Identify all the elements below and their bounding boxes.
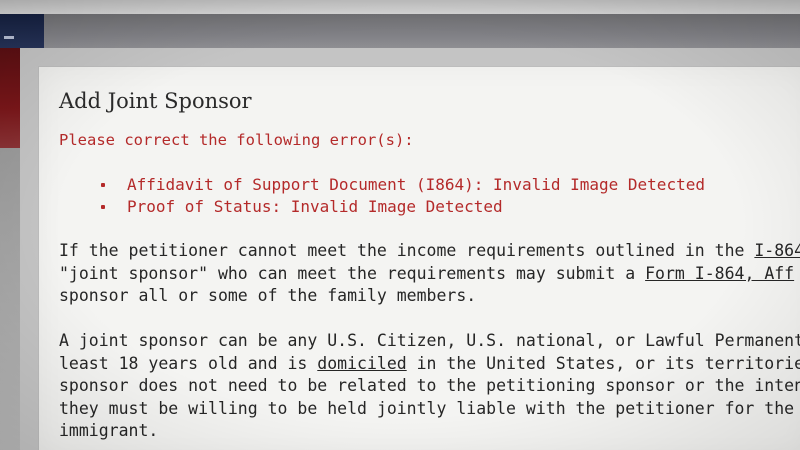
paragraph-text: "joint sponsor" who can meet the require… xyxy=(59,263,646,283)
screen: Add Joint Sponsor Please correct the fol… xyxy=(0,0,800,450)
left-gray-bar xyxy=(0,148,20,450)
site-header-band xyxy=(0,14,800,48)
error-text: Proof of Status: Invalid Image Detected xyxy=(127,197,503,216)
error-list: Affidavit of Support Document (I864): In… xyxy=(101,174,705,218)
domiciled-link[interactable]: domiciled xyxy=(317,354,406,373)
paragraph-line: immigrant. xyxy=(59,421,159,440)
add-joint-sponsor-panel: Add Joint Sponsor Please correct the fol… xyxy=(38,66,800,450)
error-item: Proof of Status: Invalid Image Detected xyxy=(101,196,705,218)
error-text: Affidavit of Support Document (I864): In… xyxy=(127,175,705,194)
joint-sponsor-eligibility-paragraph: A joint sponsor can be any U.S. Citizen,… xyxy=(59,330,800,443)
paragraph-line: A joint sponsor can be any U.S. Citizen,… xyxy=(59,331,800,350)
paragraph-line: If the petitioner cannot meet the income… xyxy=(59,240,800,263)
header-logo-mark xyxy=(4,36,14,39)
i-864p-link[interactable]: I-864P, xyxy=(754,241,800,260)
error-item: Affidavit of Support Document (I864): In… xyxy=(101,174,705,196)
paragraph-text: If the petitioner cannot meet the income… xyxy=(59,241,755,260)
left-accent-bar xyxy=(0,48,20,148)
browser-top-strip xyxy=(0,0,800,14)
bullet-icon xyxy=(101,205,105,209)
paragraph-line: "joint sponsor" who can meet the require… xyxy=(59,263,800,286)
header-logo-block xyxy=(0,14,44,48)
income-requirements-paragraph: If the petitioner cannot meet the income… xyxy=(59,240,800,308)
paragraph-line: least 18 years old and is domiciled in t… xyxy=(59,353,800,376)
bullet-icon xyxy=(101,183,105,187)
paragraph-text: least 18 years old and is xyxy=(59,353,318,373)
page-title: Add Joint Sponsor xyxy=(59,89,252,113)
form-i-864-link[interactable]: Form I-864, Aff xyxy=(645,264,794,283)
paragraph-line: sponsor all or some of the family member… xyxy=(59,286,477,305)
paragraph-line: sponsor does not need to be related to t… xyxy=(59,376,800,395)
paragraph-line: they must be willing to be held jointly … xyxy=(59,398,800,418)
error-intro: Please correct the following error(s): xyxy=(59,131,414,149)
paragraph-text: in the United States, or its territories… xyxy=(416,353,800,373)
